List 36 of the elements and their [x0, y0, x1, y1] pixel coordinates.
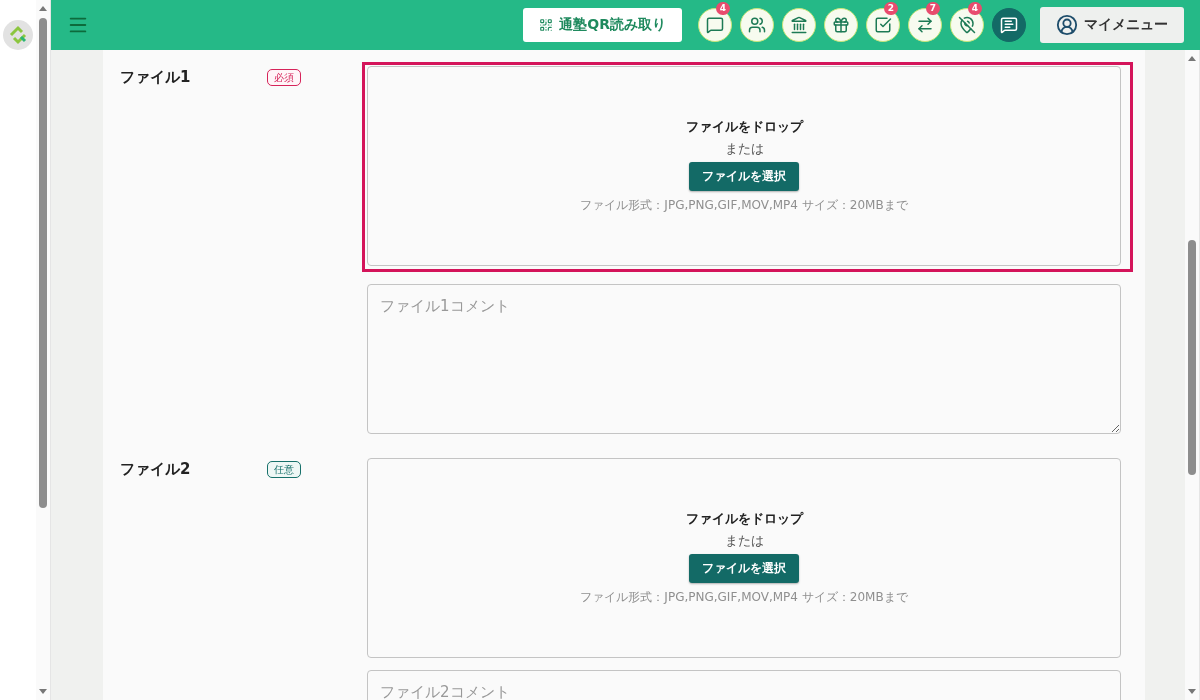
- comment-field[interactable]: ファイル1コメント: [367, 284, 1121, 434]
- drop-title: ファイルをドロップ: [685, 118, 803, 136]
- comment-field[interactable]: ファイル2コメント: [367, 670, 1121, 700]
- file-format-note: ファイル形式：JPG,PNG,GIF,MOV,MP4 サイズ：20MBまで: [580, 589, 908, 606]
- my-menu-button[interactable]: マイメニュー: [1040, 7, 1184, 43]
- qr-scan-button[interactable]: 通塾QR読み取り: [523, 8, 682, 42]
- scrollbar[interactable]: [1185, 50, 1200, 700]
- gift-icon: [832, 16, 850, 34]
- file-drop-zone[interactable]: ファイルをドロップ または ファイルを選択 ファイル形式：JPG,PNG,GIF,MOV,MP4 サイズ：20MBまで: [367, 458, 1121, 658]
- arrows-icon: [916, 16, 934, 34]
- bank-icon: [790, 16, 808, 34]
- chat-icon: [1000, 16, 1018, 34]
- checklist-icon: [874, 16, 892, 34]
- file-format-note: ファイル形式：JPG,PNG,GIF,MOV,MP4 サイズ：20MBまで: [580, 197, 908, 214]
- qr-icon: [539, 18, 554, 32]
- chat-icon: [706, 16, 724, 34]
- location-off-icon: [958, 16, 976, 34]
- drop-title: ファイルをドロップ: [685, 510, 803, 528]
- scrollbar[interactable]: [36, 0, 51, 700]
- or-text: または: [724, 532, 764, 550]
- count-badge: 4: [716, 2, 730, 15]
- count-badge: 2: [884, 2, 898, 15]
- field-label: ファイル2: [120, 459, 192, 480]
- count-badge: 7: [926, 2, 940, 15]
- logo-icon: [3, 20, 33, 50]
- field-tag: 任意: [267, 461, 301, 478]
- count-badge: 4: [968, 2, 982, 15]
- select-file-button[interactable]: ファイルを選択: [689, 162, 799, 191]
- file-drop-zone[interactable]: ファイルをドロップ または ファイルを選択 ファイル形式：JPG,PNG,GIF,MOV,MP4 サイズ：20MBまで: [367, 66, 1121, 266]
- field-tag: 必須: [267, 69, 301, 86]
- people-icon: [748, 16, 766, 34]
- user-icon: [1056, 14, 1078, 36]
- or-text: または: [724, 140, 764, 158]
- select-file-button[interactable]: ファイルを選択: [689, 554, 799, 583]
- field-label: ファイル1: [120, 67, 192, 88]
- icon-button[interactable]: [992, 8, 1026, 42]
